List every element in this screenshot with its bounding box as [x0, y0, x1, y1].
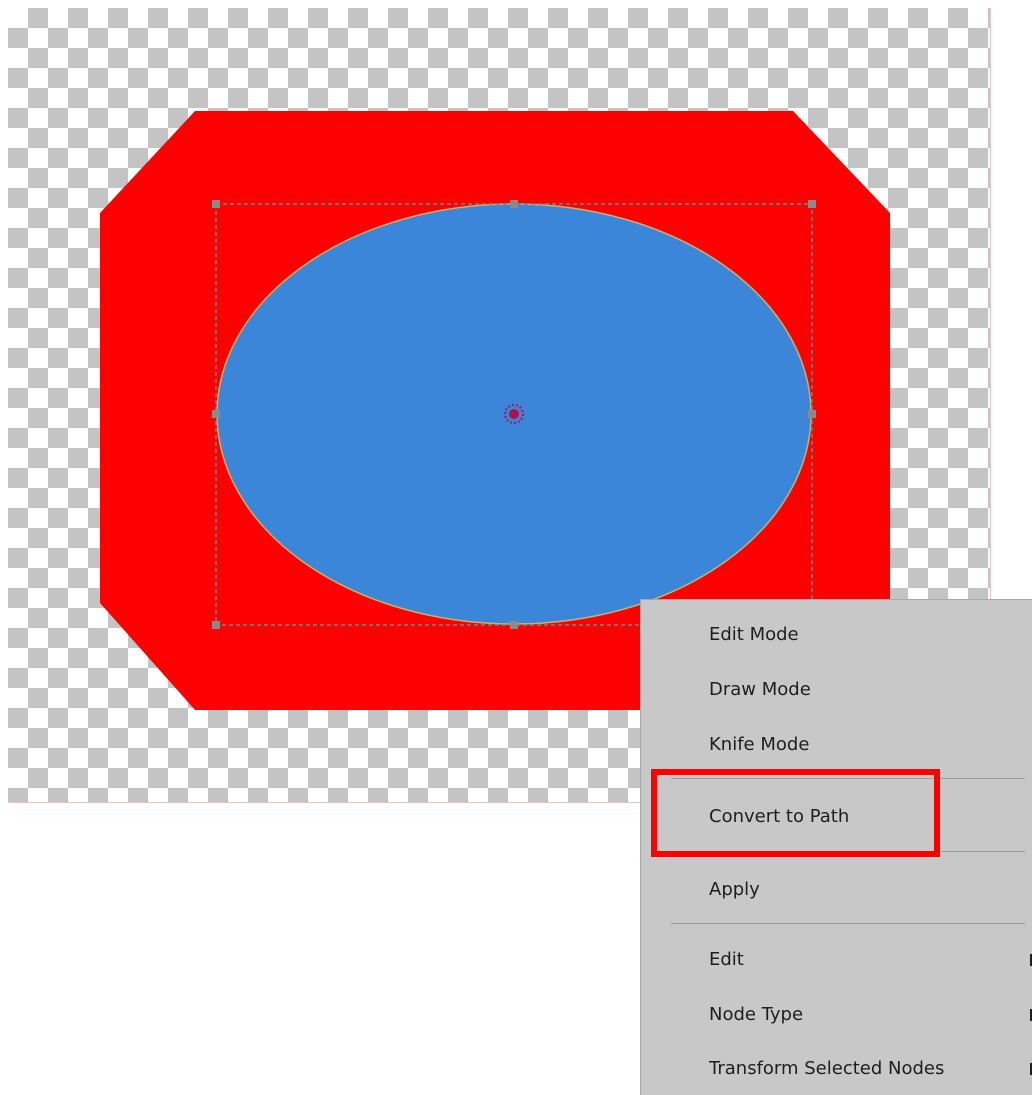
- menu-item-label: Node Type: [709, 1003, 804, 1025]
- menu-item-edit-mode[interactable]: Edit Mode: [641, 607, 1032, 661]
- handle-middle-left[interactable]: [212, 410, 220, 418]
- application-stage: Edit Mode Draw Mode Knife Mode Convert t…: [0, 0, 1032, 1095]
- handle-bottom-middle[interactable]: [510, 621, 518, 629]
- handle-bottom-left[interactable]: [212, 621, 220, 629]
- menu-separator: [671, 923, 1025, 924]
- handle-top-left[interactable]: [212, 200, 220, 208]
- menu-item-label: Edit: [709, 948, 744, 970]
- menu-separator: [671, 851, 1025, 852]
- menu-item-label: Apply: [709, 878, 760, 900]
- menu-item-node-type[interactable]: Node Type: [641, 987, 1032, 1041]
- menu-item-apply[interactable]: Apply: [641, 862, 1032, 916]
- menu-item-transform-selected-nodes[interactable]: Transform Selected Nodes: [641, 1041, 1032, 1095]
- menu-item-label: Edit Mode: [709, 623, 799, 645]
- context-menu: Edit Mode Draw Mode Knife Mode Convert t…: [640, 599, 1032, 1095]
- menu-item-label: Transform Selected Nodes: [709, 1057, 945, 1079]
- menu-item-draw-mode[interactable]: Draw Mode: [641, 662, 1032, 716]
- menu-item-label: Knife Mode: [709, 733, 810, 755]
- handle-middle-right[interactable]: [808, 410, 816, 418]
- handle-top-right[interactable]: [808, 200, 816, 208]
- menu-separator: [671, 778, 1025, 779]
- menu-item-knife-mode[interactable]: Knife Mode: [641, 717, 1032, 771]
- menu-item-edit[interactable]: Edit: [641, 932, 1032, 986]
- menu-item-label: Convert to Path: [709, 805, 850, 827]
- handle-top-middle[interactable]: [510, 200, 518, 208]
- menu-item-convert-to-path[interactable]: Convert to Path: [641, 789, 1032, 843]
- menu-item-label: Draw Mode: [709, 678, 811, 700]
